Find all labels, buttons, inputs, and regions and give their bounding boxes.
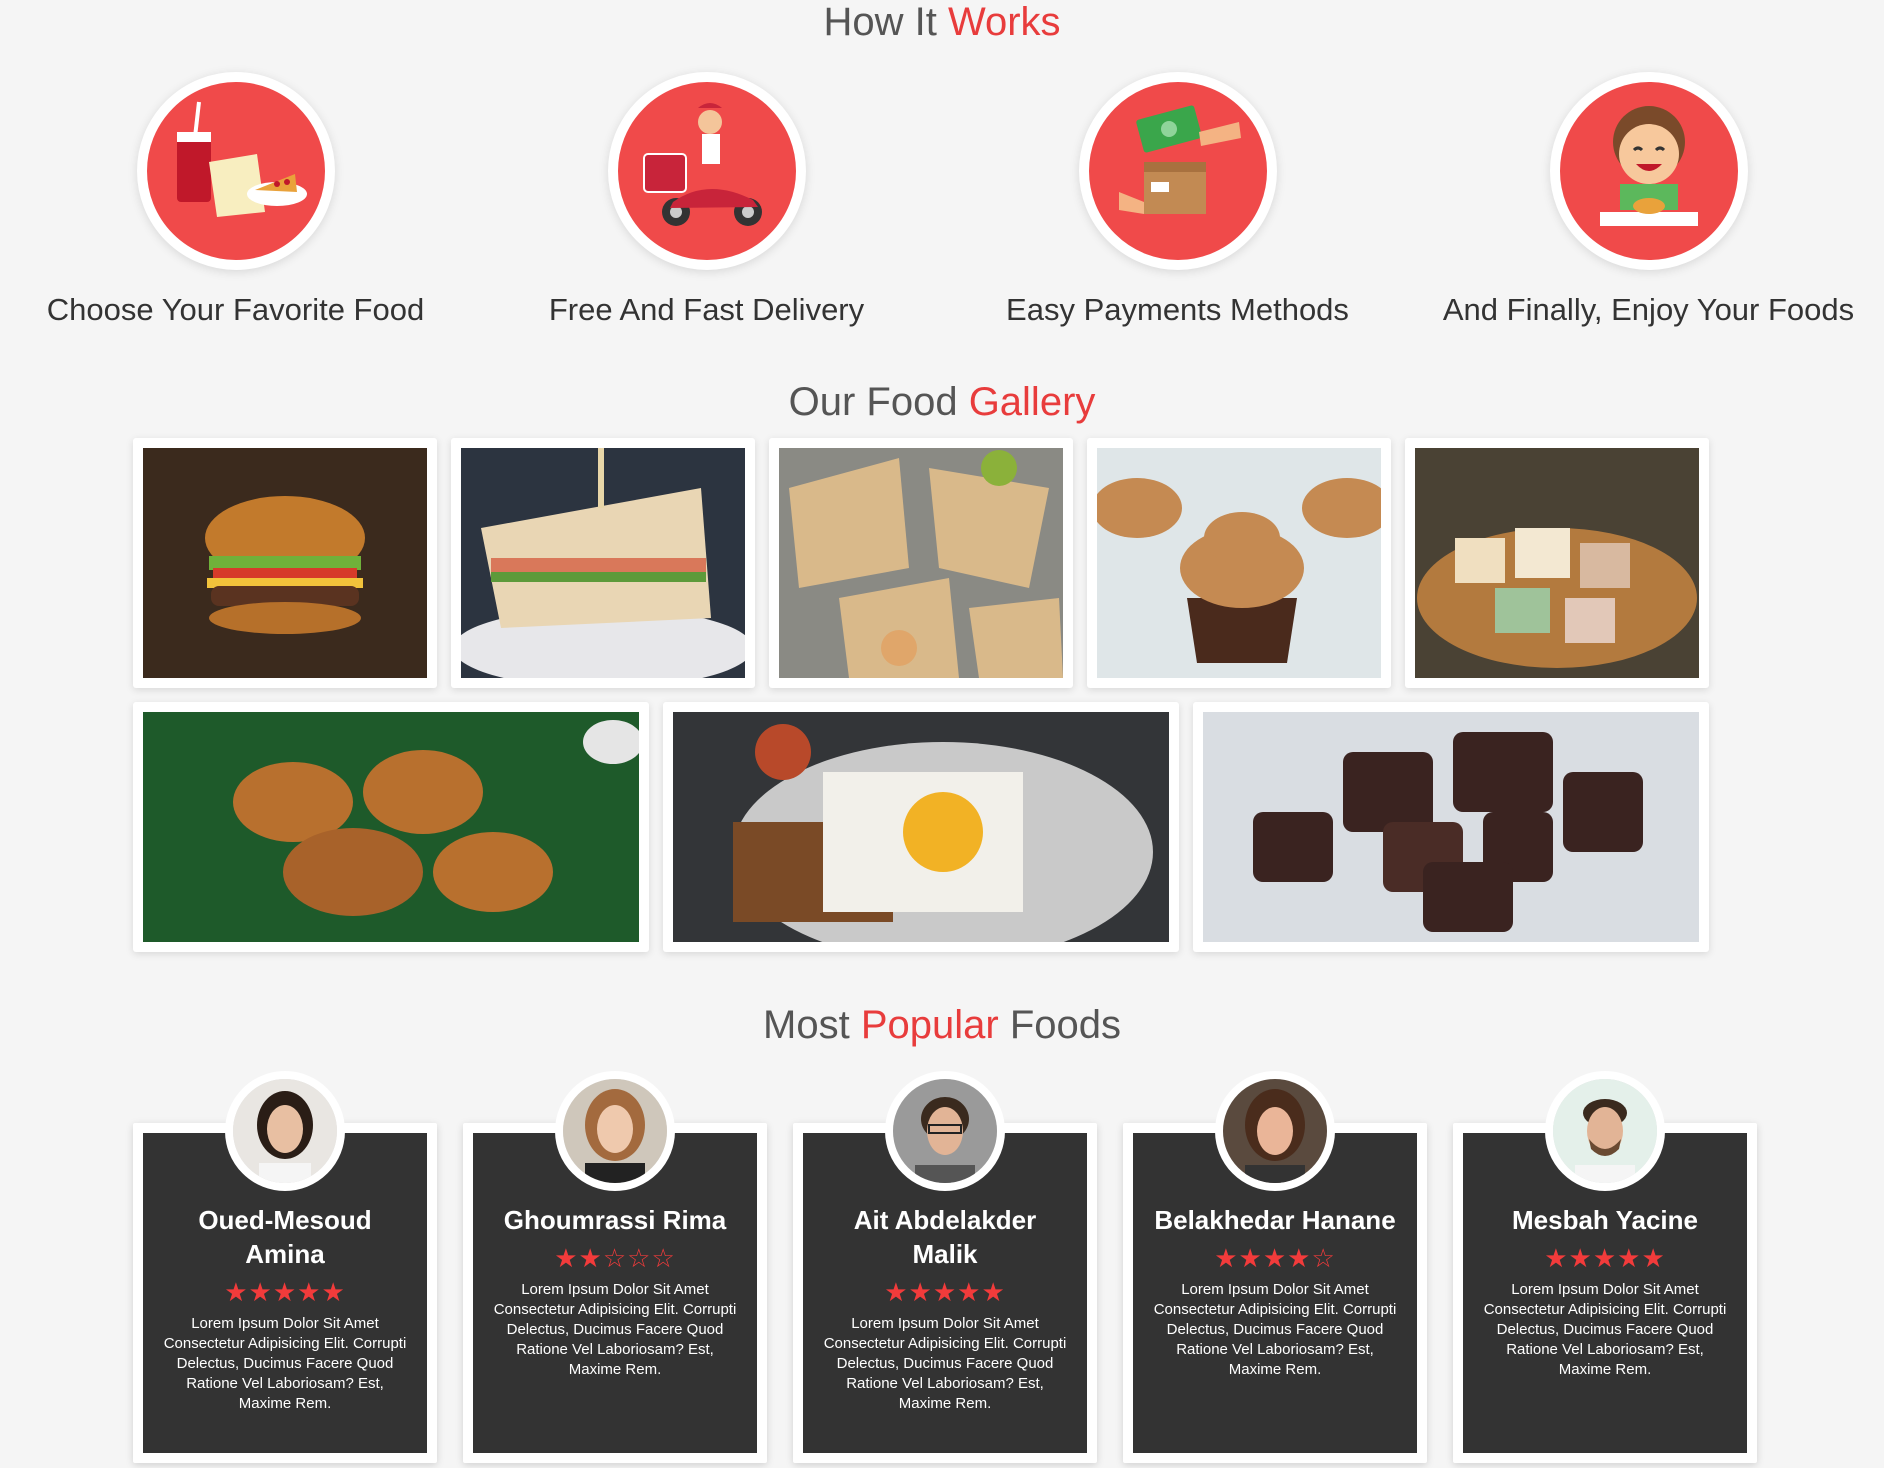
avatar <box>1215 1071 1335 1191</box>
reviewer-name: Ghoumrassi Rima <box>503 1205 727 1235</box>
review-card: Ghoumrassi Rima ★★☆☆☆ Lorem Ipsum Dolor … <box>463 1071 767 1463</box>
reviewer-name: Oued-Mesoud Amina <box>198 1205 372 1269</box>
rating-stars: ★★★★★ <box>884 1277 1006 1307</box>
popular-title: Most Popular Foods <box>763 1003 1121 1047</box>
how-it-works-title: How It Works <box>823 0 1061 44</box>
rating-stars: ★★★★★ <box>1544 1243 1666 1273</box>
gallery-title: Our Food Gallery <box>788 380 1096 424</box>
gallery-cupcakes[interactable] <box>1087 438 1391 688</box>
happy-eater-icon <box>1549 72 1748 270</box>
gallery-fried-chicken[interactable] <box>133 702 649 952</box>
gallery-egg-toast[interactable] <box>663 702 1179 952</box>
step-choose-food: Choose Your Favorite Food <box>0 72 471 328</box>
rating-stars: ★★★★★ <box>224 1277 346 1307</box>
how-it-works-steps: Choose Your Favorite Food Free And Fast … <box>0 72 1884 328</box>
payment-icon <box>1078 72 1277 270</box>
avatar <box>1545 1071 1665 1191</box>
review-text: Lorem Ipsum Dolor Sit Amet Consectetur A… <box>163 1315 407 1412</box>
review-card: Ait Abdelakder Malik ★★★★★ Lorem Ipsum D… <box>793 1071 1097 1463</box>
food-gallery <box>133 438 1715 966</box>
rating-stars: ★★★★☆ <box>1214 1243 1336 1273</box>
review-card: Oued-Mesoud Amina ★★★★★ Lorem Ipsum Dolo… <box>133 1071 437 1463</box>
gallery-burger[interactable] <box>133 438 437 688</box>
gallery-chocolates[interactable] <box>1193 702 1709 952</box>
avatar <box>555 1071 675 1191</box>
review-text: Lorem Ipsum Dolor Sit Amet Consectetur A… <box>1483 1281 1727 1378</box>
step-payment: Easy Payments Methods <box>942 72 1413 328</box>
avatar <box>885 1071 1005 1191</box>
review-text: Lorem Ipsum Dolor Sit Amet Consectetur A… <box>493 1281 737 1378</box>
reviewer-name: Mesbah Yacine <box>1512 1205 1698 1235</box>
review-text: Lorem Ipsum Dolor Sit Amet Consectetur A… <box>823 1315 1067 1412</box>
meal-icon <box>136 72 335 270</box>
avatar <box>225 1071 345 1191</box>
review-card: Belakhedar Hanane ★★★★☆ Lorem Ipsum Dolo… <box>1123 1071 1427 1463</box>
delivery-scooter-icon <box>607 72 806 270</box>
gallery-wraps[interactable] <box>769 438 1073 688</box>
gallery-sandwich[interactable] <box>451 438 755 688</box>
review-text: Lorem Ipsum Dolor Sit Amet Consectetur A… <box>1153 1281 1397 1378</box>
gallery-sweets[interactable] <box>1405 438 1709 688</box>
reviewer-name: Ait Abdelakder Malik <box>853 1205 1037 1269</box>
step-enjoy: And Finally, Enjoy Your Foods <box>1413 72 1884 328</box>
popular-reviews: Oued-Mesoud Amina ★★★★★ Lorem Ipsum Dolo… <box>133 1071 1757 1463</box>
rating-stars: ★★☆☆☆ <box>554 1243 676 1273</box>
step-delivery: Free And Fast Delivery <box>471 72 942 328</box>
reviewer-name: Belakhedar Hanane <box>1154 1205 1396 1235</box>
review-card: Mesbah Yacine ★★★★★ Lorem Ipsum Dolor Si… <box>1453 1071 1757 1463</box>
